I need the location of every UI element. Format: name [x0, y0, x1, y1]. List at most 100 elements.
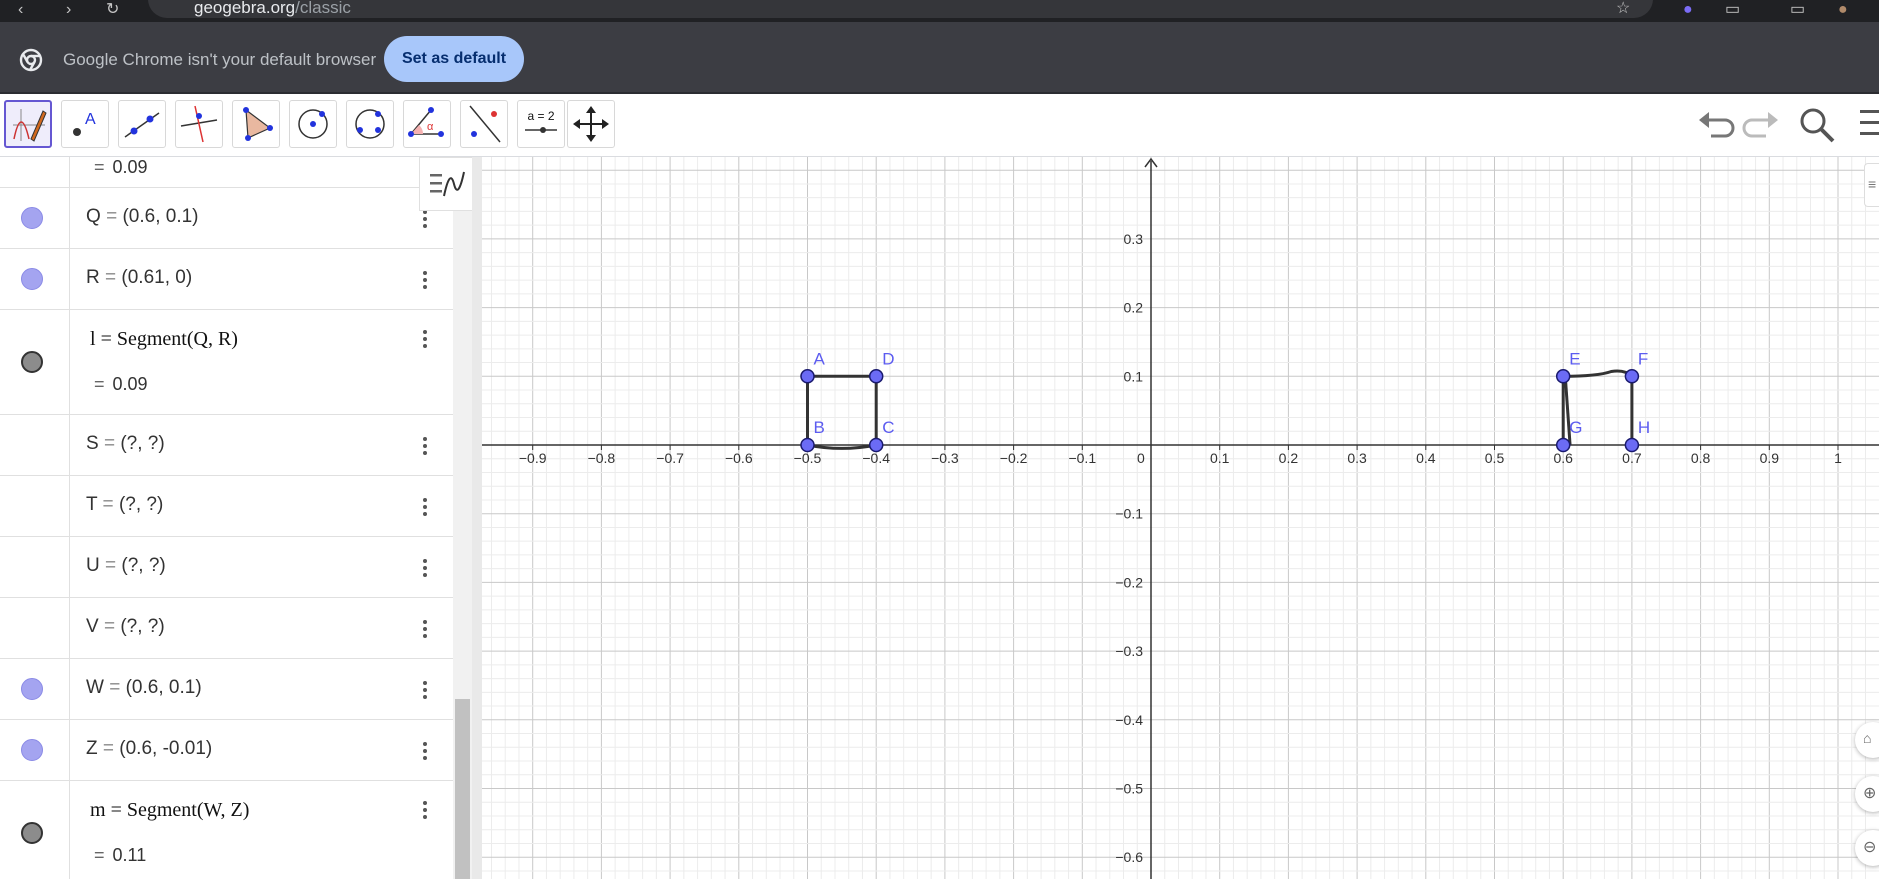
point-C[interactable]: [868, 437, 884, 453]
perpendicular-tool-button[interactable]: [175, 100, 223, 148]
y-tick-label: −0.2: [1115, 574, 1143, 590]
slider-icon: a = 2: [525, 109, 557, 133]
tab-search-icon[interactable]: ▭: [1725, 2, 1740, 18]
algebra-row-S[interactable]: S = (?, ?): [0, 415, 453, 476]
chrome-logo-icon: [19, 48, 43, 72]
y-tick-label: 0.2: [1124, 300, 1144, 316]
algebra-row-U[interactable]: U = (?, ?): [0, 537, 453, 598]
search-icon[interactable]: [1798, 106, 1836, 144]
visibility-marble[interactable]: [21, 351, 43, 373]
visibility-marble[interactable]: [21, 268, 43, 290]
algebra-row-l[interactable]: l = Segment(Q, R) = 0.09: [0, 310, 453, 415]
graphics-view[interactable]: −0.9 −0.8 −0.7 −0.6 −0.5 −0.4 −0.3 −0.2 −0.1 0 0.1…: [482, 157, 1879, 879]
point-G[interactable]: [1555, 437, 1571, 453]
more-options-icon[interactable]: [415, 740, 435, 764]
visibility-marble[interactable]: [21, 739, 43, 761]
x-tick-label: 0.3: [1347, 450, 1367, 466]
more-options-icon[interactable]: [415, 208, 435, 232]
x-tick-label: −0.4: [862, 450, 890, 466]
extension-icon[interactable]: ●: [1683, 2, 1693, 18]
set-default-button[interactable]: Set as default: [384, 36, 524, 82]
svg-text:α: α: [427, 121, 434, 133]
undo-icon[interactable]: [1697, 106, 1735, 142]
polygon-tool-button[interactable]: [232, 100, 280, 148]
algebra-row-partial[interactable]: = 0.09: [0, 157, 453, 188]
algebra-row-Q[interactable]: Q = (0.6, 0.1): [0, 188, 453, 249]
reload-icon[interactable]: ↻: [106, 2, 119, 18]
forward-icon[interactable]: ›: [66, 2, 71, 18]
algebra-graph-icon: [430, 171, 465, 197]
url-text: geogebra.org/classic: [194, 0, 351, 18]
algebra-row-text[interactable]: T = (?, ?): [86, 494, 163, 516]
slider-tool-button[interactable]: a = 2: [517, 100, 565, 148]
move-graphics-tool-button[interactable]: [567, 100, 615, 148]
x-tick-label: −0.3: [931, 450, 959, 466]
x-tick-label: −0.7: [656, 450, 684, 466]
point-tool-button[interactable]: A: [61, 100, 109, 148]
reflect-tool-button[interactable]: [460, 100, 508, 148]
algebra-row-m[interactable]: m = Segment(W, Z) = 0.11: [0, 781, 453, 879]
algebra-row-text[interactable]: W = (0.6, 0.1): [86, 677, 202, 699]
algebra-row-Z[interactable]: Z = (0.6, -0.01): [0, 720, 453, 781]
coordinate-plane[interactable]: −0.9 −0.8 −0.7 −0.6 −0.5 −0.4 −0.3 −0.2 −0.1 0 0.1…: [482, 157, 1879, 879]
angle-tool-button[interactable]: α: [403, 100, 451, 148]
redo-icon[interactable]: [1742, 106, 1780, 142]
more-options-icon[interactable]: [415, 269, 435, 293]
segment-EF[interactable]: [1563, 369, 1633, 378]
algebra-row-definition[interactable]: l = Segment(Q, R): [90, 328, 238, 351]
point-F[interactable]: [1624, 369, 1640, 384]
download-icon[interactable]: ▭: [1790, 2, 1805, 18]
svg-text:A: A: [85, 111, 96, 128]
more-options-icon[interactable]: [415, 799, 435, 823]
algebra-row-R[interactable]: R = (0.61, 0): [0, 249, 453, 310]
circle-center-tool-button[interactable]: [289, 100, 337, 148]
visibility-marble[interactable]: [21, 207, 43, 229]
algebra-row-text[interactable]: R = (0.61, 0): [86, 267, 192, 289]
algebra-row-V[interactable]: V = (?, ?): [0, 598, 453, 659]
more-options-icon[interactable]: [415, 557, 435, 581]
main-menu-icon[interactable]: [1858, 108, 1879, 140]
circle-three-points-tool-button[interactable]: [346, 100, 394, 148]
point-icon: A: [73, 111, 96, 136]
angle-icon: α: [408, 107, 444, 137]
algebra-row-T[interactable]: T = (?, ?): [0, 476, 453, 537]
more-options-icon[interactable]: [415, 328, 435, 352]
algebra-view[interactable]: = 0.09 Q = (0.6, 0.1) R = (0.61, 0) l = S…: [0, 157, 472, 879]
point-D[interactable]: [868, 369, 884, 384]
x-tick-label: 0.4: [1416, 450, 1436, 466]
browser-tab-strip: ‹ › ↻ geogebra.org/classic ☆ ● ▭ ▭ ●: [0, 0, 1879, 22]
algebra-row-W[interactable]: W = (0.6, 0.1): [0, 659, 453, 720]
algebra-row-text[interactable]: Z = (0.6, -0.01): [86, 738, 212, 760]
address-bar[interactable]: geogebra.org/classic ☆: [148, 0, 1653, 18]
more-options-icon[interactable]: [415, 496, 435, 520]
function-tool-button[interactable]: [4, 100, 52, 148]
back-icon[interactable]: ‹: [18, 2, 23, 18]
visibility-marble[interactable]: [21, 678, 43, 700]
function-pen-icon: [13, 109, 47, 142]
visibility-marble[interactable]: [21, 822, 43, 844]
algebra-scrollbar-thumb[interactable]: [455, 699, 470, 879]
graphics-style-bar-toggle[interactable]: ≡: [1864, 163, 1879, 207]
point-H[interactable]: [1624, 437, 1640, 453]
algebra-input-toggle-button[interactable]: [419, 157, 473, 211]
bookmark-star-icon[interactable]: ☆: [1616, 0, 1630, 18]
panel-divider[interactable]: [472, 157, 482, 879]
point-E[interactable]: [1555, 369, 1571, 384]
line-tool-button[interactable]: [118, 100, 166, 148]
algebra-row-text[interactable]: S = (?, ?): [86, 433, 165, 455]
algebra-row-definition[interactable]: m = Segment(W, Z): [90, 799, 249, 822]
more-options-icon[interactable]: [415, 679, 435, 703]
y-tick-label: 0.1: [1124, 368, 1144, 384]
algebra-row-text[interactable]: Q = (0.6, 0.1): [86, 206, 199, 228]
point-A[interactable]: [800, 369, 815, 384]
profile-avatar-icon[interactable]: ●: [1838, 2, 1848, 18]
algebra-row-text[interactable]: V = (?, ?): [86, 616, 165, 638]
x-tick-label: −0.9: [519, 450, 547, 466]
more-options-icon[interactable]: [415, 618, 435, 642]
point-B[interactable]: [800, 437, 815, 453]
algebra-row-text[interactable]: U = (?, ?): [86, 555, 166, 577]
more-options-icon[interactable]: [415, 435, 435, 459]
infobar-message: Google Chrome isn't your default browser: [63, 50, 377, 69]
x-tick-label: 0.5: [1485, 450, 1505, 466]
point-label-F: F: [1638, 349, 1648, 368]
